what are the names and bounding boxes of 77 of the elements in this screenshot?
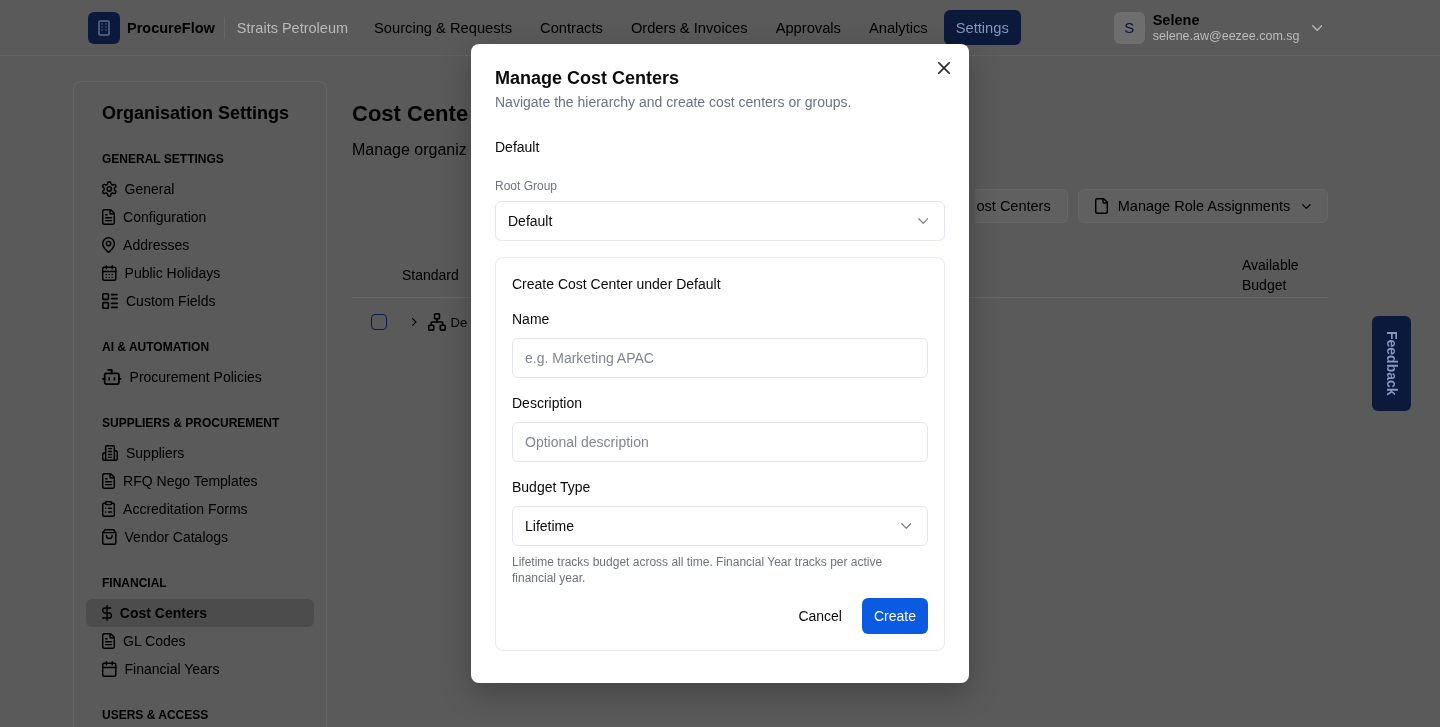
hierarchy-icon	[427, 313, 446, 331]
field-label: Name	[512, 310, 550, 329]
toolbar-button[interactable]: ost Centers	[974, 189, 1068, 223]
toolbar-button[interactable]: Manage Role Assignments	[1077, 189, 1328, 223]
sidebar-item[interactable]: General	[86, 175, 314, 203]
sidebar-item[interactable]: Suppliers	[86, 439, 314, 467]
cancel-button[interactable]: Cancel	[782, 598, 858, 634]
column-header: Standard	[402, 266, 459, 285]
page-title: Cost Cente	[352, 100, 469, 128]
document-icon	[102, 473, 116, 489]
dialog-subtitle: Navigate the hierarchy and create cost centers or groups.	[495, 93, 853, 112]
sidebar-title: Organisation Settings	[102, 102, 290, 125]
sidebar-item[interactable]: RFQ Nego Templates	[86, 467, 314, 495]
user-menu[interactable]: S Selene selene.aw@eezee.com.sg	[1113, 11, 1322, 44]
text-field[interactable]: e.g. Marketing APAC	[512, 338, 928, 378]
nav-tab[interactable]: Orders & Invoices	[618, 10, 760, 45]
nav-tab[interactable]: Contracts	[528, 10, 615, 45]
clipboard-icon	[102, 501, 116, 517]
building-icon	[102, 445, 118, 461]
sidebar-item[interactable]: Addresses	[86, 231, 314, 259]
sidebar-item[interactable]: Procurement Policies	[86, 363, 314, 391]
sidebar-item[interactable]: Custom Fields	[86, 287, 314, 315]
row-name: De	[450, 314, 468, 330]
section-heading: GENERAL SETTINGS	[102, 152, 224, 166]
sidebar-item[interactable]: Cost Centers	[86, 599, 314, 627]
sidebar-item[interactable]: Accreditation Forms	[86, 495, 314, 523]
calendar-icon	[102, 265, 117, 281]
map-pin-icon	[102, 237, 116, 253]
nav-tab[interactable]: Approvals	[763, 10, 853, 45]
column-header: Available Budget	[1242, 256, 1300, 295]
nav-tab[interactable]: Sourcing & Requests	[362, 10, 525, 45]
user-avatar: S	[1113, 11, 1145, 44]
user-name: Selene	[1152, 11, 1200, 29]
sidebar-item[interactable]: Public Holidays	[86, 259, 314, 287]
file-icon	[1094, 198, 1108, 214]
sidebar-item[interactable]: Vendor Catalogs	[86, 523, 314, 551]
help-text: Lifetime tracks budget across all time. Financial Year tracks per active financial year.	[512, 554, 884, 586]
chevron-down-icon	[900, 523, 911, 529]
robot-icon	[102, 369, 122, 385]
nav-tab[interactable]: Settings	[943, 10, 1021, 45]
form-title: Create Cost Center under Default	[512, 275, 721, 294]
field-label: Budget Type	[512, 478, 591, 497]
sidebar-item[interactable]: Configuration	[86, 203, 314, 231]
list-icon	[102, 293, 118, 309]
section-heading: SUPPLIERS & PROCUREMENT	[102, 416, 280, 430]
field-label: Root Group	[495, 178, 558, 194]
brand-name: ProcureFlow	[127, 19, 215, 36]
user-email: selene.aw@eezee.com.sg	[1152, 29, 1300, 44]
chevron-down-icon	[1302, 203, 1311, 209]
organization-name: Straits Petroleum	[236, 19, 349, 36]
breadcrumb: Default	[495, 138, 540, 157]
shopping-bag-icon	[102, 529, 117, 545]
row-checkbox[interactable]	[371, 314, 387, 330]
nav-tab[interactable]: Analytics	[856, 10, 940, 45]
chevron-down-icon	[917, 218, 928, 224]
close-button[interactable]	[937, 61, 951, 75]
dollar-icon	[102, 605, 112, 621]
feedback-tab[interactable]: Feedback	[1372, 316, 1411, 411]
close-icon	[938, 62, 950, 74]
section-heading: USERS & ACCESS	[102, 708, 209, 722]
sidebar-item[interactable]: GL Codes	[86, 627, 314, 655]
calendar-icon	[102, 661, 117, 677]
logo-icon	[88, 11, 120, 44]
document-icon	[102, 209, 116, 225]
text-field[interactable]: Optional description	[512, 422, 928, 462]
select-field[interactable]: Default	[495, 201, 945, 241]
section-heading: FINANCIAL	[102, 576, 167, 590]
section-heading: AI & AUTOMATION	[102, 340, 210, 354]
field-label: Description	[512, 394, 583, 413]
create-button[interactable]: Create	[861, 598, 928, 634]
select-field[interactable]: Lifetime	[512, 506, 928, 546]
chevron-down-icon	[1311, 24, 1322, 31]
gear-icon	[102, 181, 117, 197]
page-subtitle: Manage organiz	[352, 140, 467, 160]
sidebar-item[interactable]: Financial Years	[86, 655, 314, 683]
document-icon	[102, 633, 116, 649]
dialog-title: Manage Cost Centers	[495, 68, 680, 88]
